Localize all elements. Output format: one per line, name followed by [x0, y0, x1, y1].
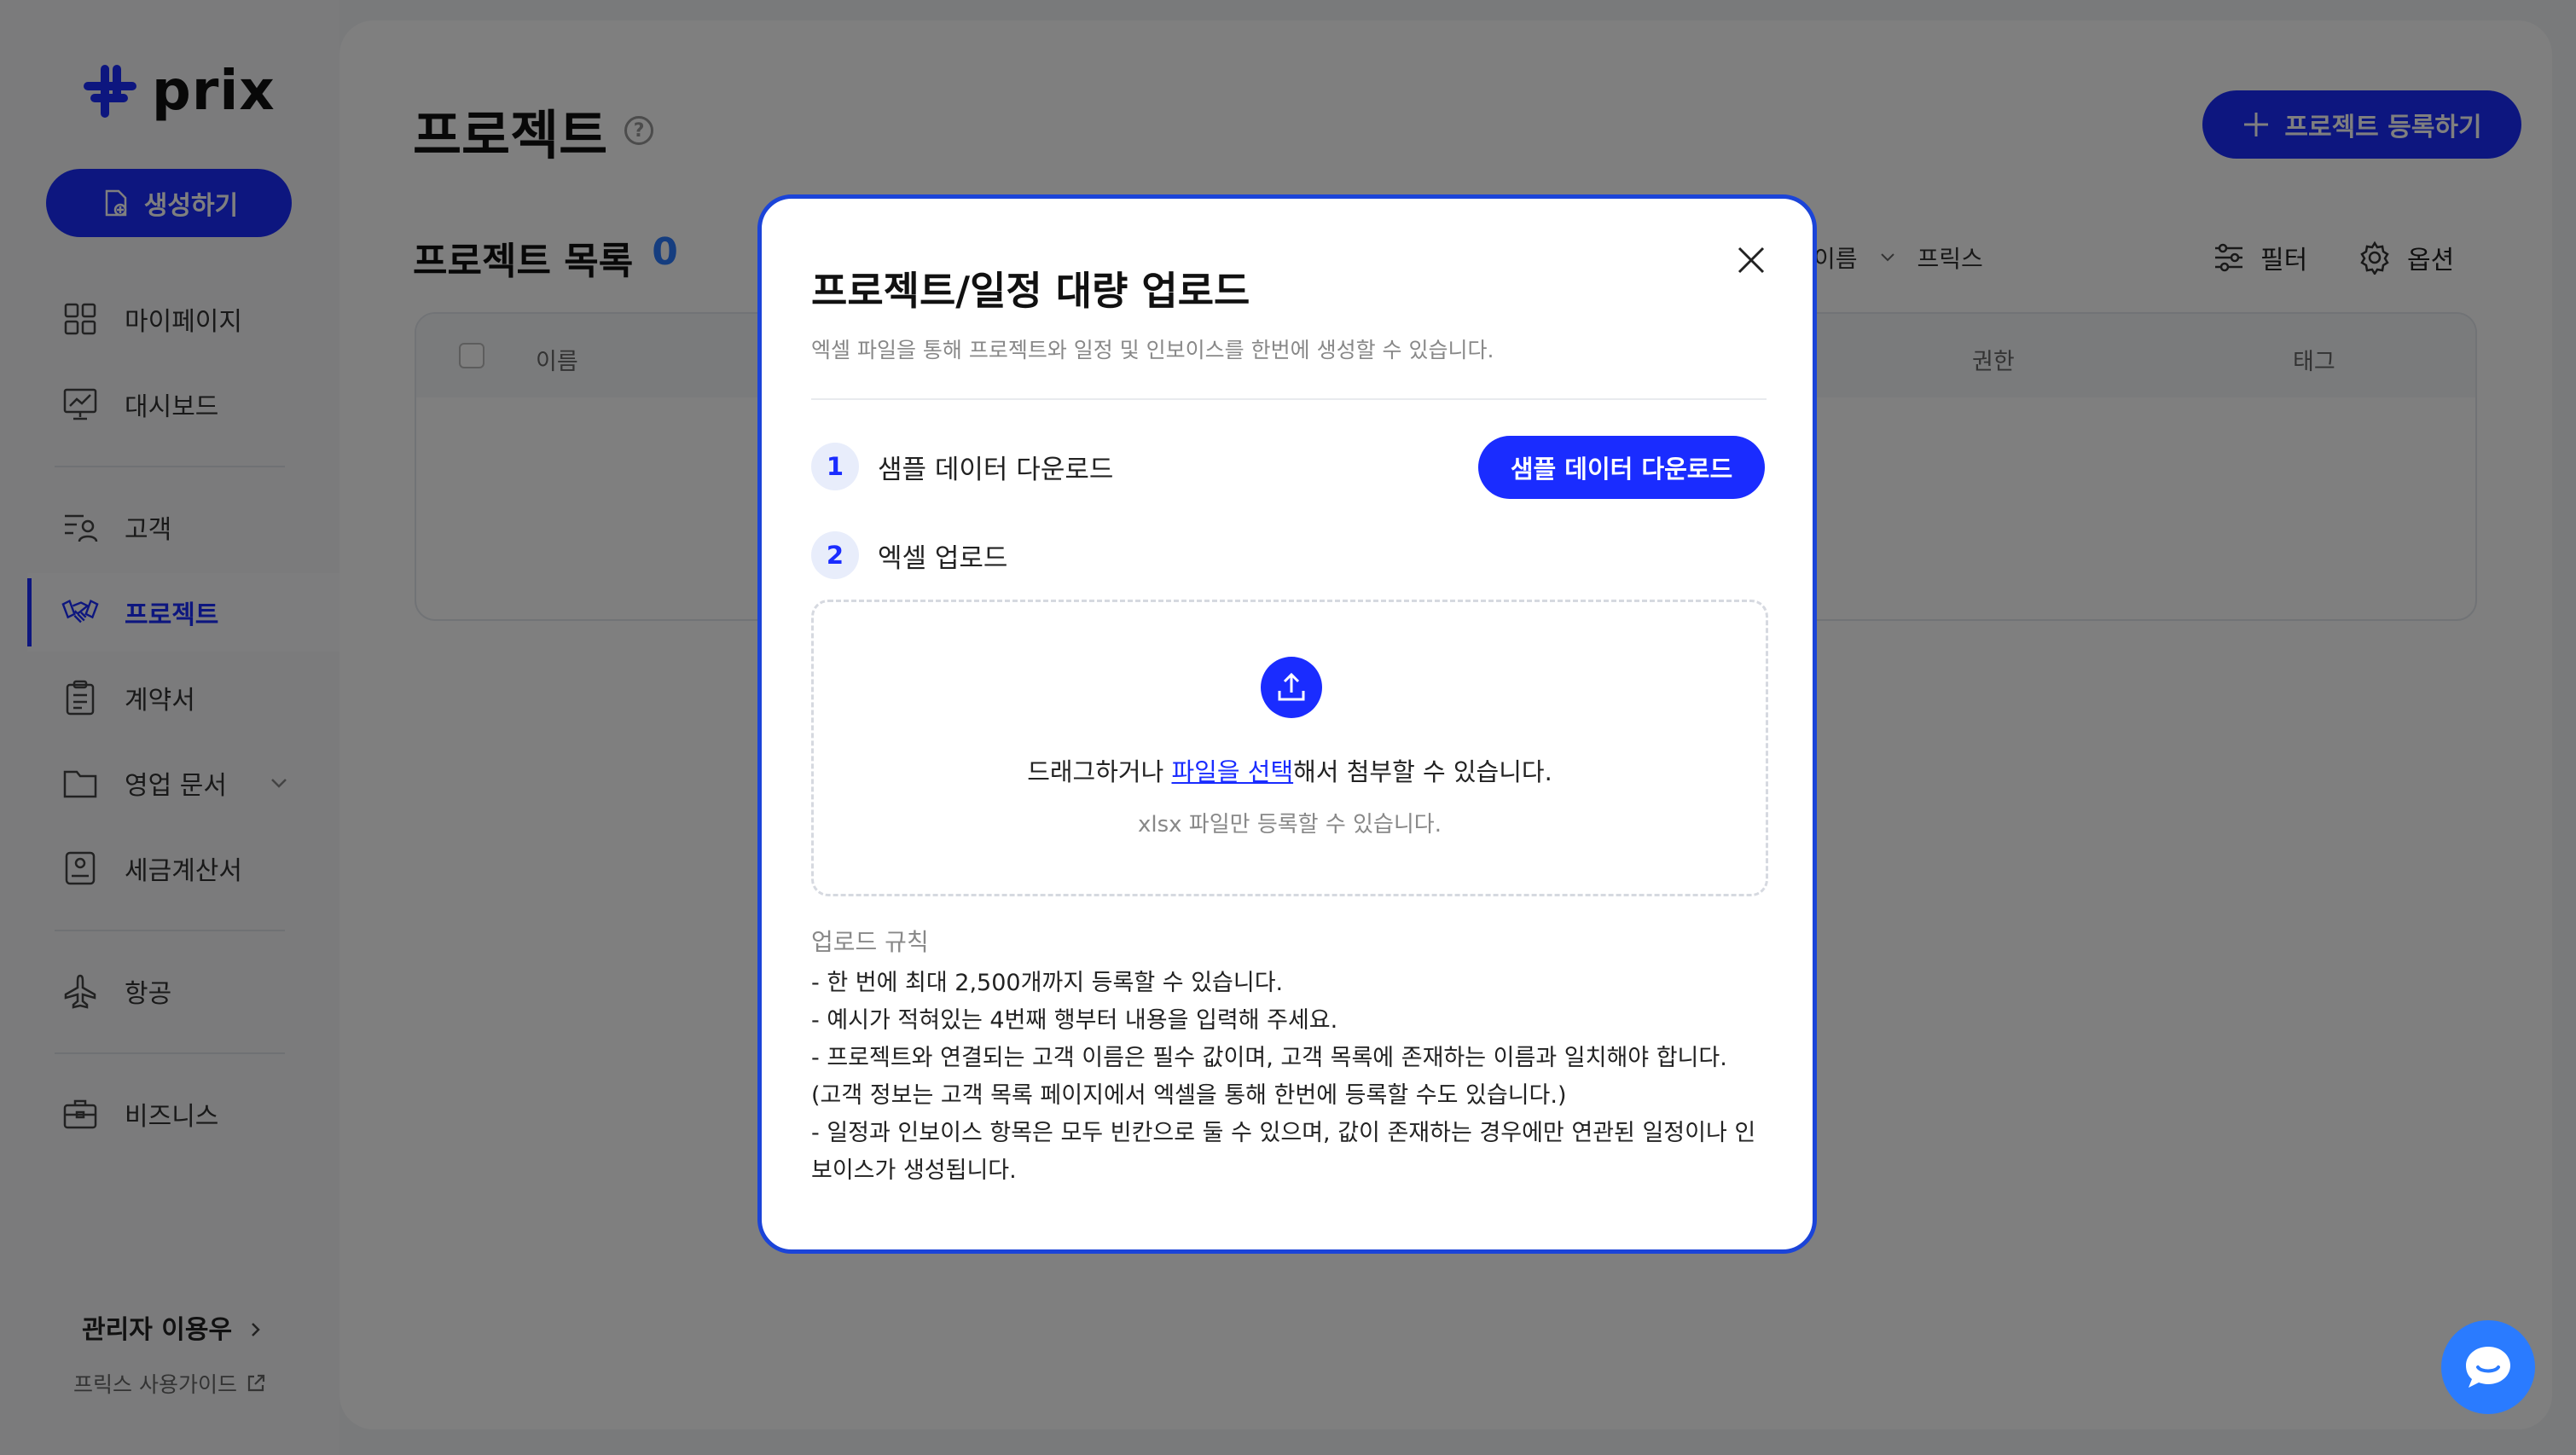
dropzone-note: xlsx 파일만 등록할 수 있습니다. — [1138, 812, 1442, 838]
file-dropzone[interactable]: 드래그하거나 파일을 선택해서 첨부할 수 있습니다. xlsx 파일만 등록할… — [811, 600, 1768, 896]
upload-icon[interactable] — [1261, 657, 1322, 718]
rule-item: (고객 정보는 고객 목록 페이지에서 엑셀을 통해 한번에 등록할 수도 있습… — [811, 1082, 1567, 1109]
sample-download-button[interactable]: 샘플 데이터 다운로드 — [1478, 436, 1765, 499]
modal-subtitle: 엑셀 파일을 통해 프로젝트와 일정 및 인보이스를 한번에 생성할 수 있습니… — [811, 338, 1494, 362]
step-sample-download: 1 샘플 데이터 다운로드 — [811, 443, 1113, 490]
dropzone-text-after: 해서 첨부할 수 있습니다. — [1293, 757, 1552, 786]
dropzone-text-before: 드래그하거나 — [1027, 757, 1172, 786]
rule-item: - 한 번에 최대 2,500개까지 등록할 수 있습니다. — [811, 970, 1284, 996]
rule-item: - 프로젝트와 연결되는 고객 이름은 필수 값이며, 고객 목록에 존재하는 … — [811, 1045, 1727, 1071]
chat-support-button[interactable] — [2441, 1320, 2535, 1414]
step-number: 2 — [811, 531, 859, 579]
modal-divider — [811, 398, 1767, 400]
upload-rules-title: 업로드 규칙 — [811, 928, 929, 956]
step-label: 샘플 데이터 다운로드 — [878, 454, 1114, 485]
bulk-upload-modal: 프로젝트/일정 대량 업로드 엑셀 파일을 통해 프로젝트와 일정 및 인보이스… — [757, 194, 1817, 1254]
upload-rules: - 한 번에 최대 2,500개까지 등록할 수 있습니다. - 예시가 적혀있… — [811, 965, 1775, 1190]
dropzone-text: 드래그하거나 파일을 선택해서 첨부할 수 있습니다. — [814, 752, 1766, 788]
step-number: 1 — [811, 443, 859, 490]
modal-title: 프로젝트/일정 대량 업로드 — [811, 268, 1250, 314]
step-label: 엑셀 업로드 — [878, 542, 1008, 574]
step-excel-upload: 2 엑셀 업로드 — [811, 531, 1007, 579]
chat-icon — [2466, 1347, 2510, 1388]
rule-item: - 일정과 인보이스 항목은 모두 빈칸으로 둘 수 있으며, 값이 존재하는 … — [811, 1120, 1756, 1184]
close-icon[interactable] — [1734, 243, 1768, 277]
rule-item: - 예시가 적혀있는 4번째 행부터 내용을 입력해 주세요. — [811, 1007, 1338, 1034]
choose-file-link[interactable]: 파일을 선택 — [1172, 757, 1294, 786]
